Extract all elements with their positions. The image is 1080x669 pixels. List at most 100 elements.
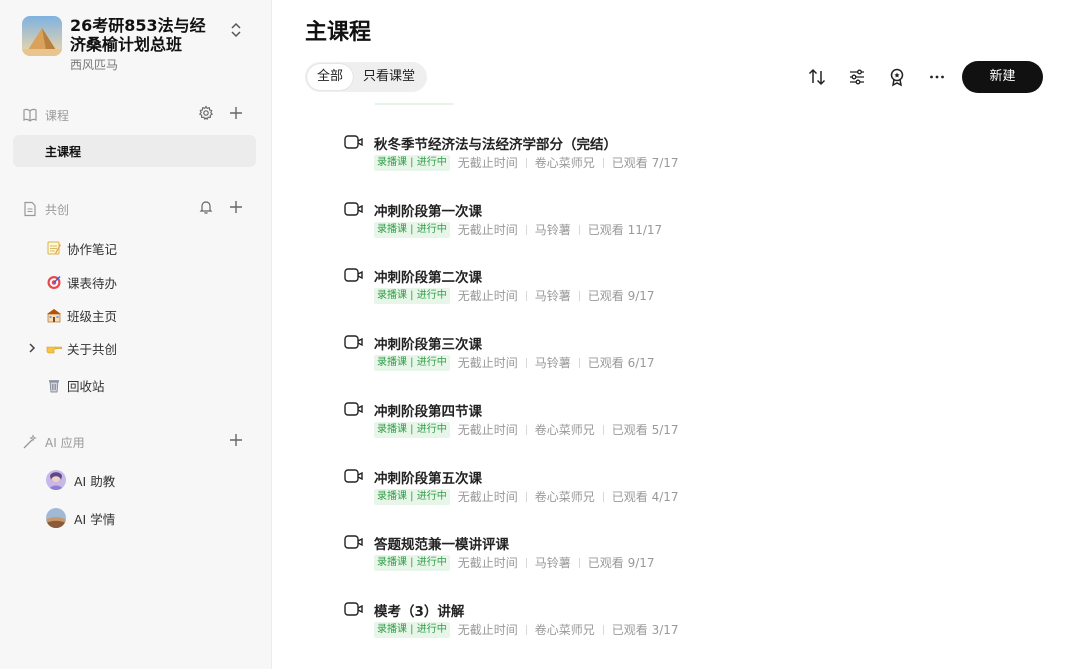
book-icon	[23, 108, 37, 122]
course-meta: 录播课 | 进行中 无截止时间 马铃薯 已观看 9/17	[374, 287, 655, 304]
video-camera-icon	[344, 602, 363, 616]
filter-class-only-tab[interactable]: 只看课堂	[353, 64, 425, 90]
course-deadline: 无截止时间	[457, 556, 518, 570]
course-title: 冲刺阶段第二次课	[374, 270, 482, 286]
course-progress: 已观看 9/17	[587, 556, 655, 570]
sidebar-item-class-home[interactable]: 班级主页	[46, 305, 117, 325]
video-camera-icon	[344, 535, 363, 549]
class-switcher[interactable]: 26考研853法与经 济桑榆计划总班 西风匹马	[22, 16, 252, 72]
course-progress: 已观看 7/17	[611, 156, 679, 170]
course-list-item[interactable]: 冲刺阶段第三次课 录播课 | 进行中 无截止时间 马铃薯 已观看 6/17	[344, 333, 844, 373]
course-progress: 已观看 5/17	[611, 423, 679, 437]
filter-sliders-icon[interactable]	[847, 67, 867, 87]
course-list-item[interactable]: 冲刺阶段第一次课 录播课 | 进行中 无截止时间 马铃薯 已观看 11/17	[344, 200, 844, 240]
course-section-label: 课程	[45, 108, 70, 123]
meta-divider	[525, 157, 527, 168]
course-deadline: 无截止时间	[457, 490, 518, 504]
sidebar-item-ai-assistant[interactable]: AI 助教	[46, 469, 115, 491]
course-progress: 已观看 4/17	[611, 490, 679, 504]
sidebar-item-ai-learning[interactable]: AI 学情	[46, 507, 115, 529]
course-teacher: 马铃薯	[534, 356, 571, 370]
video-camera-icon	[344, 202, 363, 216]
chevron-right-icon[interactable]	[27, 342, 37, 354]
filter-segmented-control: 全部 只看课堂	[305, 62, 428, 92]
sidebar-item-label: 回收站	[67, 378, 105, 394]
sidebar-item-collab-notes[interactable]: 协作笔记	[46, 238, 117, 258]
course-progress: 已观看 9/17	[587, 289, 655, 303]
course-meta: 录播课 | 进行中 无截止时间 马铃薯 已观看 11/17	[374, 221, 662, 238]
video-camera-icon	[344, 335, 363, 349]
ai-section-label: AI 应用	[45, 435, 85, 450]
course-list-item[interactable]: 冲刺阶段第五次课 录播课 | 进行中 无截止时间 卷心菜师兄 已观看 4/17	[344, 467, 844, 507]
sidebar-item-schedule-todo[interactable]: 课表待办	[46, 272, 117, 292]
status-badge: 录播课 | 进行中	[374, 488, 450, 505]
course-list-item[interactable]: 模考（3）讲解 录播课 | 进行中 无截止时间 卷心菜师兄 已观看 3/17	[344, 600, 844, 640]
sidebar-item-main-course[interactable]: 主课程	[13, 135, 256, 167]
new-button[interactable]: 新建	[962, 61, 1043, 93]
main-content: 主课程 全部 只看课堂 新建 秋冬季节经济法与法经济学部分（完结） 录播课 | …	[272, 0, 1080, 669]
class-owner: 西风匹马	[70, 58, 119, 72]
course-deadline: 无截止时间	[457, 289, 518, 303]
meta-divider	[578, 357, 580, 368]
course-teacher: 卷心菜师兄	[534, 423, 595, 437]
sidebar: 26考研853法与经 济桑榆计划总班 西风匹马 课程 主课程 共创 协作笔记 课…	[0, 0, 272, 669]
meta-divider	[525, 624, 527, 635]
meta-divider	[602, 624, 604, 635]
course-deadline: 无截止时间	[457, 223, 518, 237]
course-meta: 录播课 | 进行中 无截止时间 卷心菜师兄 已观看 4/17	[374, 488, 679, 505]
course-deadline: 无截止时间	[457, 623, 518, 637]
sidebar-item-label: 关于共创	[67, 341, 118, 357]
ai-assistant-avatar	[46, 470, 66, 490]
magic-wand-icon	[23, 434, 37, 449]
school-icon	[47, 309, 61, 323]
chevron-up-down-icon[interactable]	[228, 20, 244, 40]
course-meta: 录播课 | 进行中 无截止时间 卷心菜师兄 已观看 3/17	[374, 621, 679, 638]
course-list-item[interactable]: 冲刺阶段第二次课 录播课 | 进行中 无截止时间 马铃薯 已观看 9/17	[344, 266, 844, 306]
add-cocreate-plus-icon[interactable]	[228, 199, 244, 215]
course-list-item[interactable]: 答题规范兼一模讲评课 录播课 | 进行中 无截止时间 马铃薯 已观看 9/17	[344, 533, 844, 573]
status-badge: 录播课 | 进行中	[374, 621, 450, 638]
meta-divider	[525, 557, 527, 568]
meta-divider	[578, 290, 580, 301]
status-badge: 录播课 | 进行中	[374, 154, 450, 171]
meta-divider	[525, 224, 527, 235]
course-teacher: 马铃薯	[534, 289, 571, 303]
course-list-item[interactable]: 冲刺阶段第四节课 录播课 | 进行中 无截止时间 卷心菜师兄 已观看 5/17	[344, 400, 844, 440]
sidebar-item-label: 班级主页	[67, 308, 118, 324]
more-options-icon[interactable]	[927, 67, 947, 87]
add-ai-app-plus-icon[interactable]	[228, 432, 244, 448]
meta-divider	[525, 424, 527, 435]
course-meta: 录播课 | 进行中 无截止时间 马铃薯 已观看 9/17	[374, 554, 655, 571]
target-icon	[47, 276, 61, 289]
add-course-plus-icon[interactable]	[228, 105, 244, 121]
meta-divider	[602, 424, 604, 435]
meta-divider	[602, 157, 604, 168]
filter-all-tab[interactable]: 全部	[307, 64, 354, 90]
video-camera-icon	[344, 402, 363, 416]
award-badge-icon[interactable]	[887, 67, 907, 87]
class-title-line2: 济桑榆计划总班	[70, 35, 183, 54]
video-camera-icon	[344, 268, 363, 282]
meta-divider	[525, 491, 527, 502]
app-window: 26考研853法与经 济桑榆计划总班 西风匹马 课程 主课程 共创 协作笔记 课…	[0, 0, 1080, 669]
course-list-item[interactable]: 秋冬季节经济法与法经济学部分（完结） 录播课 | 进行中 无截止时间 卷心菜师兄…	[344, 133, 844, 173]
meta-divider	[525, 357, 527, 368]
status-badge: 录播课 | 进行中	[374, 221, 450, 238]
scroll-fade-divider	[375, 103, 453, 105]
sidebar-item-recycle-bin[interactable]: 回收站	[46, 375, 105, 395]
sidebar-item-about-cocreate[interactable]: 关于共创	[46, 338, 117, 358]
course-title: 秋冬季节经济法与法经济学部分（完结）	[374, 137, 617, 153]
document-icon	[24, 201, 36, 217]
sort-icon[interactable]	[807, 67, 827, 87]
course-teacher: 马铃薯	[534, 556, 571, 570]
cocreate-section-label: 共创	[45, 202, 70, 217]
settings-gear-icon[interactable]	[198, 105, 214, 121]
course-meta: 录播课 | 进行中 无截止时间 卷心菜师兄 已观看 7/17	[374, 154, 679, 171]
course-deadline: 无截止时间	[457, 156, 518, 170]
bell-icon[interactable]	[198, 199, 214, 215]
course-title: 冲刺阶段第五次课	[374, 471, 482, 487]
cocreate-section-header: 共创	[22, 199, 252, 219]
ai-learning-avatar	[46, 508, 66, 528]
class-avatar	[22, 16, 62, 56]
status-badge: 录播课 | 进行中	[374, 421, 450, 438]
